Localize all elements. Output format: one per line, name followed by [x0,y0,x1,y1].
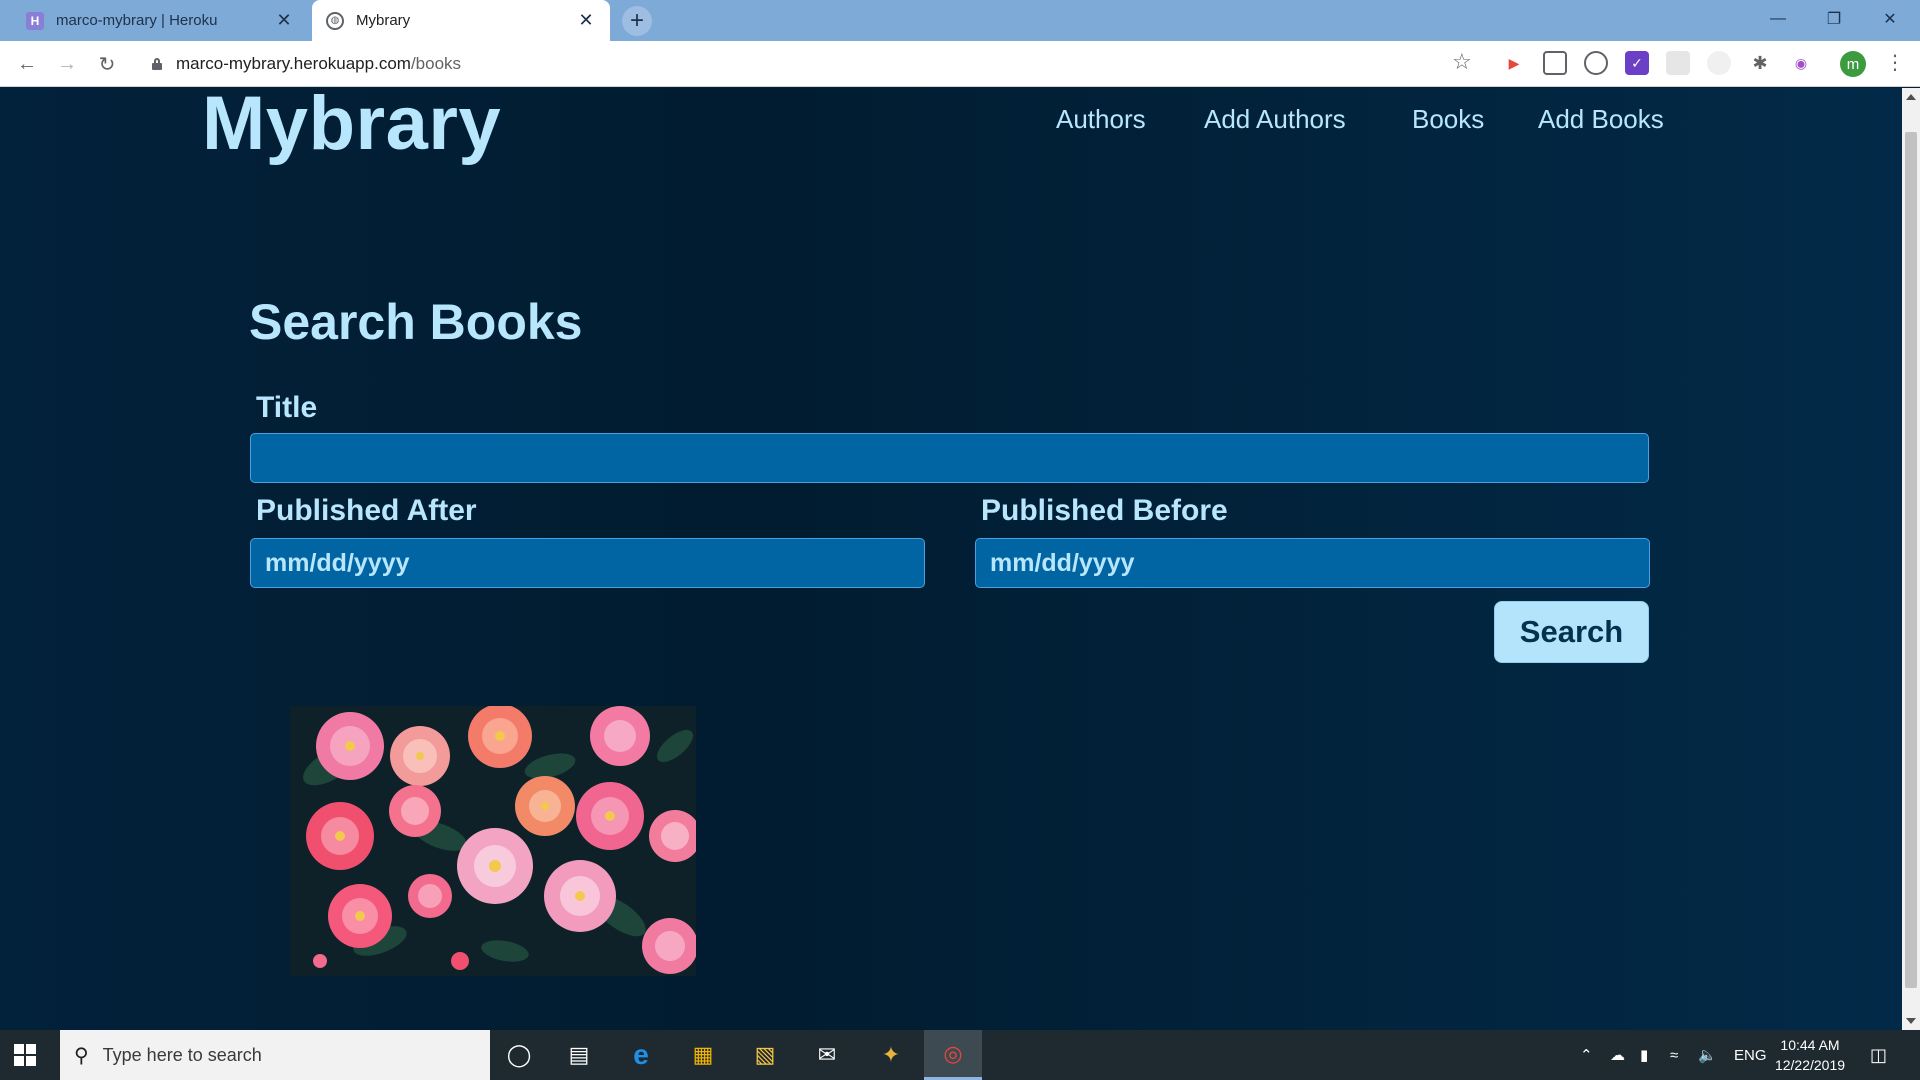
search-icon: ⚲ [74,1044,89,1067]
battery-icon[interactable]: ▮ [1640,1030,1648,1080]
edge-browser-icon[interactable]: e [612,1030,670,1080]
slack-icon[interactable]: ✦ [862,1030,920,1080]
search-button[interactable]: Search [1494,601,1649,663]
lock-icon [152,58,162,70]
close-tab-icon[interactable]: ✕ [274,10,294,31]
scrollbar-thumb[interactable] [1905,132,1917,988]
nav-authors[interactable]: Authors [1056,104,1146,135]
url-host: marco-mybrary.herokuapp.com [176,54,411,73]
minimize-window-button[interactable]: — [1750,0,1806,38]
taskbar-search-placeholder: Type here to search [102,1044,262,1065]
close-tab-icon[interactable]: ✕ [576,10,596,31]
browser-tab-strip: H marco-mybrary | Heroku ✕ ◍ Mybrary ✕ +… [0,0,1920,41]
browser-menu-icon[interactable]: ⋮ [1885,50,1905,75]
tab-heroku[interactable]: H marco-mybrary | Heroku ✕ [12,0,308,41]
volume-icon[interactable]: 🔈 [1698,1030,1717,1080]
windows-start-icon[interactable] [14,1044,36,1066]
file-explorer-icon[interactable]: ▧ [736,1030,794,1080]
restore-window-button[interactable]: ❐ [1806,0,1862,38]
language-indicator[interactable]: ENG [1734,1030,1767,1080]
onedrive-cloud-icon[interactable]: ☁ [1610,1030,1625,1080]
nav-books[interactable]: Books [1412,104,1484,135]
extension-circle-icon[interactable] [1584,51,1608,75]
page-scrollbar[interactable] [1902,88,1920,1030]
chrome-icon[interactable]: ◎ [924,1030,982,1080]
bookmark-star-icon[interactable]: ☆ [1452,49,1472,75]
published-after-input[interactable]: mm/dd/yyyy [250,538,925,588]
scroll-down-icon[interactable] [1906,1018,1916,1024]
published-after-label: Published After [256,494,477,527]
url-path: /books [410,54,462,73]
browser-toolbar: ← → ↻ marco-mybrary.herokuapp.com/books … [0,41,1920,87]
wifi-icon[interactable]: ≈ [1670,1030,1678,1080]
close-window-button[interactable]: ✕ [1862,0,1918,38]
store-icon[interactable]: ▦ [674,1030,732,1080]
url-text: marco-mybrary.herokuapp.com/books [176,54,461,74]
tab-title: marco-mybrary | Heroku [56,12,218,29]
site-logo[interactable]: Mybrary [202,88,501,167]
extensions-puzzle-icon[interactable]: ✱ [1748,51,1772,75]
title-input[interactable] [250,433,1649,483]
published-before-label: Published Before [981,494,1228,527]
tab-title: Mybrary [356,12,411,29]
extension-cast-icon[interactable]: ▶ [1502,51,1526,75]
profile-avatar[interactable]: m [1840,51,1866,77]
mail-icon[interactable]: ✉ [798,1030,856,1080]
show-hidden-icons-chevron-icon[interactable]: ⌃ [1580,1030,1593,1080]
forward-arrow-icon[interactable]: → [52,49,82,79]
reload-icon[interactable]: ↻ [92,49,122,79]
back-arrow-icon[interactable]: ← [12,49,42,79]
page-title: Search Books [249,294,583,350]
clock-date: 12/22/2019 [1774,1057,1846,1073]
globe-icon: ◍ [326,11,344,30]
heroku-favicon-icon: H [26,11,44,30]
page-content: Mybrary Authors Add Authors Books Add Bo… [0,88,1902,1030]
taskbar-search-box[interactable]: ⚲ Type here to search [60,1030,490,1080]
tab-mybrary[interactable]: ◍ Mybrary ✕ [312,0,610,41]
nav-add-authors[interactable]: Add Authors [1204,104,1346,135]
extension-check-icon[interactable]: ✓ [1625,51,1649,75]
pink-roses-image [290,706,696,976]
extension-broadcast-icon[interactable]: ◉ [1789,51,1813,75]
scroll-up-icon[interactable] [1906,94,1916,100]
taskbar-clock[interactable]: 10:44 AM 12/22/2019 [1770,1035,1850,1075]
extension-face-icon[interactable] [1707,51,1731,75]
extension-screenshot-icon[interactable] [1543,51,1567,75]
published-before-input[interactable]: mm/dd/yyyy [975,538,1650,588]
address-bar[interactable]: marco-mybrary.herokuapp.com/books [140,46,1480,82]
book-cover-image[interactable] [290,706,696,976]
windows-taskbar: ⚲ Type here to search ◯ ▤ e ▦ ▧ ✉ ✦ ◎ ⌃ … [0,1030,1920,1080]
task-view-icon[interactable]: ▤ [550,1030,608,1080]
cortana-icon[interactable]: ◯ [490,1030,548,1080]
extension-grid-icon[interactable] [1666,51,1690,75]
title-label: Title [256,391,318,424]
nav-add-books[interactable]: Add Books [1538,104,1664,135]
notifications-icon[interactable]: ◫ [1870,1030,1887,1080]
clock-time: 10:44 AM [1780,1037,1840,1053]
new-tab-button[interactable]: + [622,6,652,36]
